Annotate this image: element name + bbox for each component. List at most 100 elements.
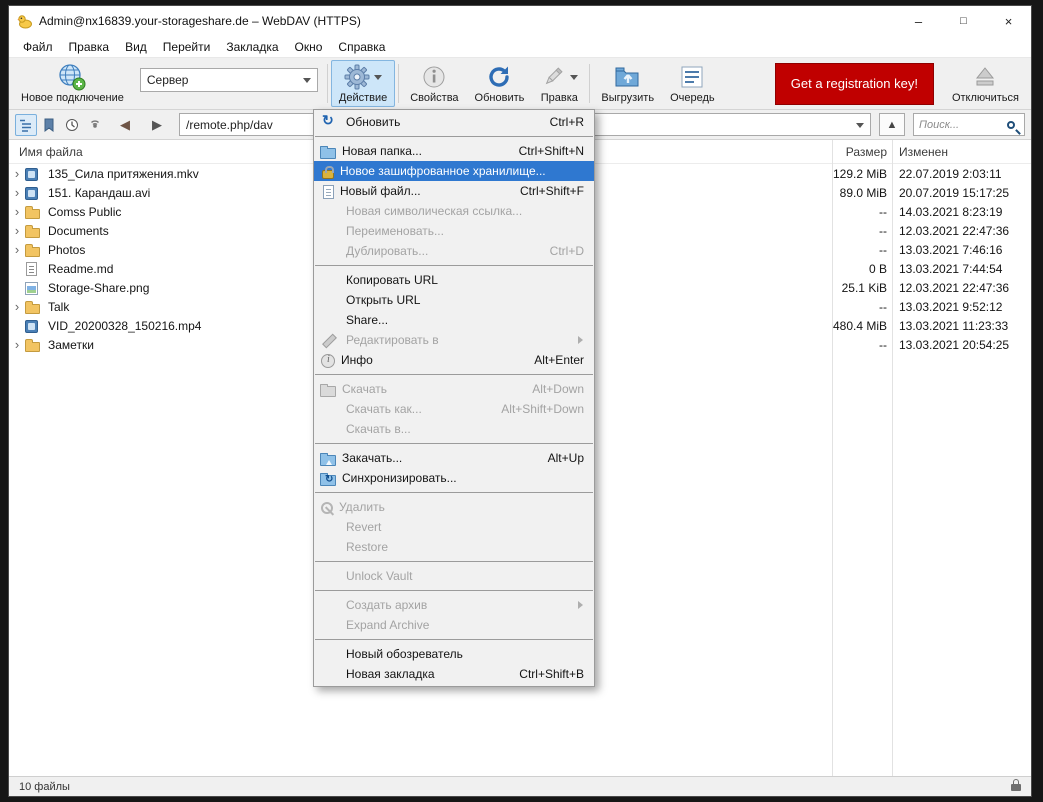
- menu-item-12[interactable]: Share...: [314, 310, 594, 330]
- close-button[interactable]: ×: [986, 6, 1031, 36]
- menu-item-20[interactable]: Закачать... Alt+Up: [314, 448, 594, 468]
- menubar-item-4[interactable]: Перейти: [155, 37, 219, 57]
- cyberduck-duck-icon: [17, 13, 33, 29]
- menu-item-label: Удалить: [339, 500, 385, 514]
- menu-item-32[interactable]: Новый обозреватель: [314, 644, 594, 664]
- file-size: --: [879, 242, 887, 257]
- properties-button[interactable]: Свойства: [402, 60, 466, 107]
- view-history-button[interactable]: [61, 114, 83, 136]
- menubar-item-1[interactable]: Файл: [15, 37, 61, 57]
- file-modified: 20.07.2019 15:17:25: [899, 185, 1010, 200]
- file-size: 0 B: [868, 261, 887, 276]
- file-size: 480.4 MiB: [832, 318, 887, 333]
- menu-item-16: Скачать Alt+Down: [314, 379, 594, 399]
- column-divider[interactable]: [832, 140, 833, 776]
- disconnect-icon: [976, 67, 995, 86]
- file-size: --: [879, 204, 887, 219]
- back-button[interactable]: ◀: [111, 114, 139, 136]
- queue-button[interactable]: Очередь: [662, 60, 723, 107]
- delete-icon: [321, 501, 333, 514]
- menu-item-label: Синхронизировать...: [342, 471, 457, 485]
- file-modified: 13.03.2021 9:52:12: [899, 299, 1003, 314]
- menu-item-label: Редактировать в: [346, 333, 439, 347]
- view-bookmarks-button[interactable]: [38, 114, 60, 136]
- menu-item-label: Создать архив: [346, 598, 428, 612]
- refresh-button[interactable]: Обновить: [467, 60, 533, 107]
- menubar-item-6[interactable]: Окно: [287, 37, 331, 57]
- menu-item-shortcut: Ctrl+D: [549, 244, 584, 258]
- menu-item-label: Новый обозреватель: [346, 647, 463, 661]
- menu-icon-slot: [320, 539, 340, 555]
- file-modified: 14.03.2021 8:23:19: [899, 204, 1003, 219]
- bookmark-icon: [44, 118, 54, 132]
- menu-item-label: Share...: [346, 313, 389, 327]
- queue-label: Очередь: [670, 92, 715, 104]
- queue-list-icon: [681, 66, 703, 88]
- menu-item-10[interactable]: Копировать URL: [314, 270, 594, 290]
- expander-icon[interactable]: ›: [9, 224, 25, 237]
- action-dropdown-menu: Обновить Ctrl+R Новая папка... Ctrl+Shift+N…: [313, 109, 595, 687]
- menu-item-3[interactable]: Новая папка... Ctrl+Shift+N: [314, 141, 594, 161]
- menu-icon-slot: [320, 401, 340, 417]
- view-bonjour-button[interactable]: [84, 114, 106, 136]
- menu-icon-slot: [320, 421, 340, 437]
- menu-separator: [315, 590, 593, 591]
- forward-button[interactable]: ▶: [143, 114, 171, 136]
- edit-button[interactable]: Правка: [532, 60, 586, 107]
- menubar-item-2[interactable]: Правка: [61, 37, 118, 57]
- menu-item-shortcut: Ctrl+Shift+N: [518, 144, 584, 158]
- disconnect-button[interactable]: Отключиться: [944, 60, 1027, 107]
- menu-item-33[interactable]: Новая закладка Ctrl+Shift+B: [314, 664, 594, 684]
- window-controls: – □ ×: [896, 6, 1031, 36]
- column-header-size[interactable]: Размер: [831, 145, 891, 159]
- expander-icon[interactable]: ›: [9, 186, 25, 199]
- disconnect-label: Отключиться: [951, 92, 1019, 104]
- menu-item-label: Открыть URL: [346, 293, 421, 307]
- expander-icon[interactable]: ›: [9, 338, 25, 351]
- menu-separator: [315, 374, 593, 375]
- menu-item-label: Новый файл...: [340, 184, 421, 198]
- menu-item-label: Новая папка...: [342, 144, 422, 158]
- gear-icon: [344, 64, 370, 90]
- menubar-item-7[interactable]: Справка: [330, 37, 393, 57]
- column-header-modified[interactable]: Изменен: [891, 145, 1031, 159]
- menu-icon-slot: [320, 519, 340, 535]
- menu-item-21[interactable]: Синхронизировать...: [314, 468, 594, 488]
- window-title: Admin@nx16839.your-storageshare.de – Web…: [39, 14, 361, 28]
- menu-item-label: Инфо: [341, 353, 373, 367]
- title-bar[interactable]: Admin@nx16839.your-storageshare.de – Web…: [9, 6, 1031, 36]
- search-input[interactable]: Поиск...: [913, 113, 1025, 136]
- new-connection-button[interactable]: Новое подключение: [13, 60, 132, 107]
- expander-icon[interactable]: ›: [9, 205, 25, 218]
- vault-icon: [322, 165, 334, 179]
- minimize-button[interactable]: –: [896, 6, 941, 36]
- menu-item-27: Unlock Vault: [314, 566, 594, 586]
- expander-icon[interactable]: ›: [9, 167, 25, 180]
- menu-item-4[interactable]: Новое зашифрованное хранилище...: [314, 161, 594, 181]
- menu-icon-slot: [320, 292, 340, 308]
- menu-item-label: Обновить: [346, 115, 401, 129]
- menu-item-11[interactable]: Открыть URL: [314, 290, 594, 310]
- menu-item-5[interactable]: Новый файл... Ctrl+Shift+F: [314, 181, 594, 201]
- maximize-button[interactable]: □: [941, 6, 986, 36]
- upload-button[interactable]: Выгрузить: [593, 60, 662, 107]
- video-file-icon: [25, 167, 38, 181]
- menu-item-1[interactable]: Обновить Ctrl+R: [314, 112, 594, 132]
- column-divider[interactable]: [892, 140, 893, 776]
- file-new-icon: [323, 184, 334, 199]
- server-select[interactable]: Сервер: [139, 68, 318, 92]
- menubar-item-5[interactable]: Закладка: [218, 37, 286, 57]
- expander-icon[interactable]: ›: [9, 300, 25, 313]
- view-outline-button[interactable]: [15, 113, 37, 136]
- menu-item-14[interactable]: Инфо Alt+Enter: [314, 350, 594, 370]
- menu-icon-slot: [320, 568, 340, 584]
- registration-key-button[interactable]: Get a registration key!: [774, 62, 934, 105]
- menu-icon-slot: [320, 243, 340, 259]
- pencil-icon: [546, 67, 563, 85]
- menu-item-label: Скачать в...: [346, 422, 411, 436]
- up-button[interactable]: ▲: [879, 113, 905, 136]
- action-button[interactable]: Действие: [330, 60, 396, 107]
- expander-icon[interactable]: ›: [9, 243, 25, 256]
- file-modified: 12.03.2021 22:47:36: [899, 280, 1010, 295]
- menubar-item-3[interactable]: Вид: [117, 37, 155, 57]
